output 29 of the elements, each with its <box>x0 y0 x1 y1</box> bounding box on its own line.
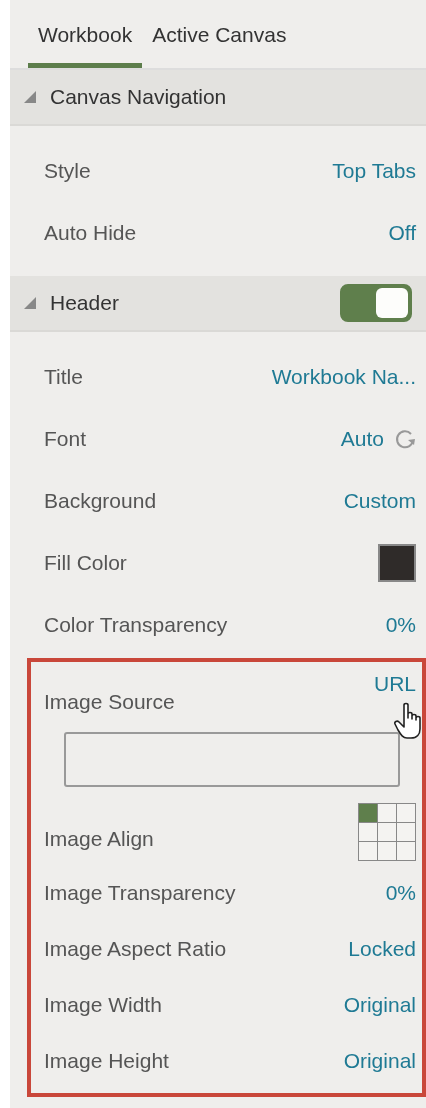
property-label: Background <box>44 489 157 513</box>
value-link[interactable]: 0% <box>385 881 416 905</box>
property-label: Image Width <box>44 993 162 1017</box>
section-header[interactable]: Header <box>10 276 426 332</box>
property-label: Style <box>44 159 91 183</box>
value-link[interactable]: 0% <box>385 613 416 637</box>
value-link[interactable]: Original <box>343 993 416 1017</box>
section-title: Header <box>50 291 120 315</box>
section-header[interactable]: Canvas Navigation <box>10 70 426 126</box>
value-link[interactable]: Auto <box>340 427 384 451</box>
value-link[interactable]: URL <box>374 672 416 696</box>
value-link[interactable]: Workbook Na... <box>271 365 416 389</box>
value-link[interactable]: Custom <box>343 489 416 513</box>
property-label: Image Aspect Ratio <box>44 937 227 961</box>
property-label: Color Transparency <box>44 613 228 637</box>
value-link[interactable]: Locked <box>348 937 416 961</box>
property-label: Title <box>44 365 83 389</box>
value-link[interactable]: Original <box>343 1049 416 1073</box>
property-label: Image Height <box>44 1049 169 1073</box>
section-title: Canvas Navigation <box>50 85 228 109</box>
property-label: Font <box>44 427 87 451</box>
property-label: Image Source <box>44 690 175 714</box>
tab[interactable]: Active Canvas <box>142 0 297 68</box>
property-label: Image Align <box>44 827 154 851</box>
property-label: Image Transparency <box>44 881 236 905</box>
value-link[interactable]: Top Tabs <box>332 159 416 183</box>
value-link[interactable]: Off <box>388 221 416 245</box>
property-label: Fill Color <box>44 551 127 575</box>
property-label: Auto Hide <box>44 221 137 245</box>
